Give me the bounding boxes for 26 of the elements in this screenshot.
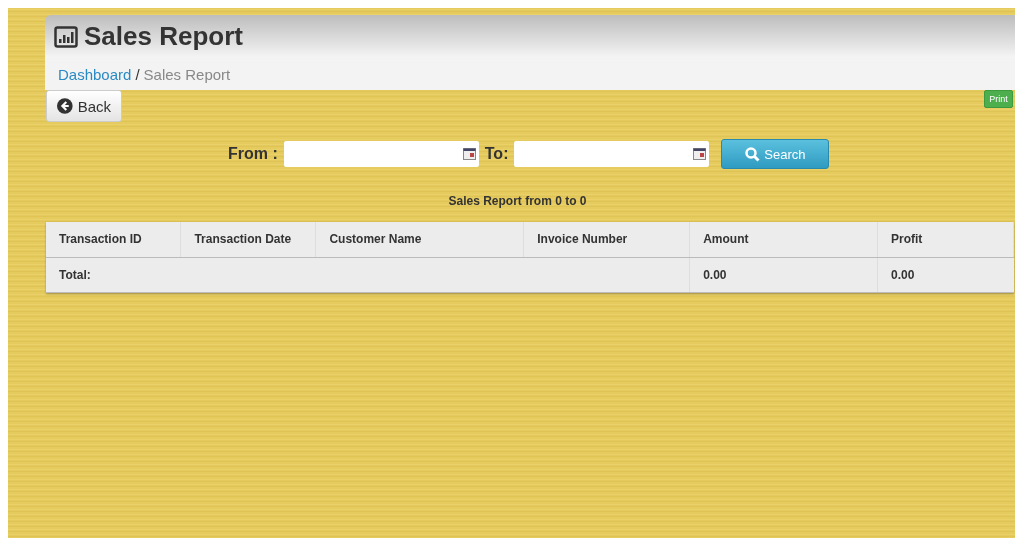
- from-label: From :: [228, 145, 278, 163]
- report-caption: Sales Report from 0 to 0: [448, 194, 587, 208]
- breadcrumb-separator: /: [135, 65, 140, 83]
- total-amount: 0.00: [689, 257, 878, 292]
- back-button[interactable]: Back: [46, 90, 122, 122]
- arrow-left-circle-icon: [57, 98, 73, 114]
- from-date-field[interactable]: [283, 141, 479, 167]
- column-header: Customer Name: [315, 222, 524, 257]
- column-header: Transaction Date: [180, 222, 316, 257]
- page-title: Sales Report: [84, 21, 243, 52]
- bar-chart-icon: [54, 25, 78, 48]
- total-profit: 0.00: [877, 257, 1014, 292]
- to-date-field[interactable]: [514, 141, 710, 167]
- column-header: Transaction ID: [46, 222, 181, 257]
- total-label: Total:: [46, 257, 690, 292]
- search-button[interactable]: Search: [721, 139, 830, 169]
- search-icon: [745, 146, 761, 162]
- calendar-icon[interactable]: [693, 148, 707, 160]
- column-header: Amount: [689, 222, 878, 257]
- calendar-icon[interactable]: [462, 148, 476, 160]
- breadcrumb-current: Sales Report: [143, 65, 231, 83]
- print-button[interactable]: Print: [984, 90, 1013, 108]
- column-header: Profit: [877, 222, 1014, 257]
- dashboard-link[interactable]: Dashboard: [58, 65, 132, 83]
- to-label: To:: [484, 145, 509, 163]
- column-header: Invoice Number: [523, 222, 690, 257]
